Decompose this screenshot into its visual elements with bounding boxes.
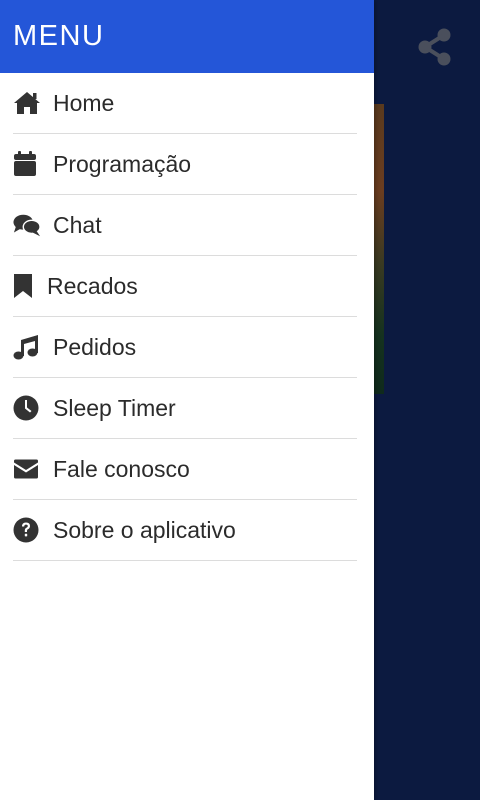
menu-item-programacao[interactable]: Programação — [13, 134, 357, 195]
menu-item-sleep-timer[interactable]: Sleep Timer — [13, 378, 357, 439]
menu-item-label: Sobre o aplicativo — [53, 516, 236, 543]
menu-item-label: Pedidos — [53, 333, 137, 360]
calendar-icon — [13, 150, 41, 178]
menu-item-label: Home — [53, 89, 115, 116]
clock-icon — [13, 394, 41, 422]
chat-bubbles-icon — [13, 211, 41, 239]
menu-item-recados[interactable]: Recados — [13, 256, 357, 317]
bookmark-icon — [13, 272, 35, 300]
drawer-header: MENU — [0, 0, 374, 73]
home-icon — [13, 89, 41, 117]
menu-item-home[interactable]: Home — [13, 73, 357, 134]
share-icon — [417, 28, 453, 66]
menu-item-label: Sleep Timer — [53, 394, 176, 421]
question-circle-icon — [13, 516, 41, 544]
menu-item-chat[interactable]: Chat — [13, 195, 357, 256]
menu-item-label: Fale conosco — [53, 455, 190, 482]
menu-list: Home Programação Chat Recados Pedidos Sl… — [0, 73, 374, 561]
menu-item-label: Chat — [53, 211, 102, 238]
share-button[interactable] — [410, 22, 460, 72]
navigation-drawer: MENU Home Programação Chat Recados Pedid… — [0, 0, 374, 800]
menu-item-sobre[interactable]: Sobre o aplicativo — [13, 500, 357, 561]
envelope-icon — [13, 455, 41, 483]
menu-item-label: Programação — [53, 150, 192, 177]
music-note-icon — [13, 333, 41, 361]
menu-item-fale-conosco[interactable]: Fale conosco — [13, 439, 357, 500]
drawer-title: MENU — [13, 20, 105, 52]
menu-item-pedidos[interactable]: Pedidos — [13, 317, 357, 378]
menu-item-label: Recados — [47, 272, 138, 299]
